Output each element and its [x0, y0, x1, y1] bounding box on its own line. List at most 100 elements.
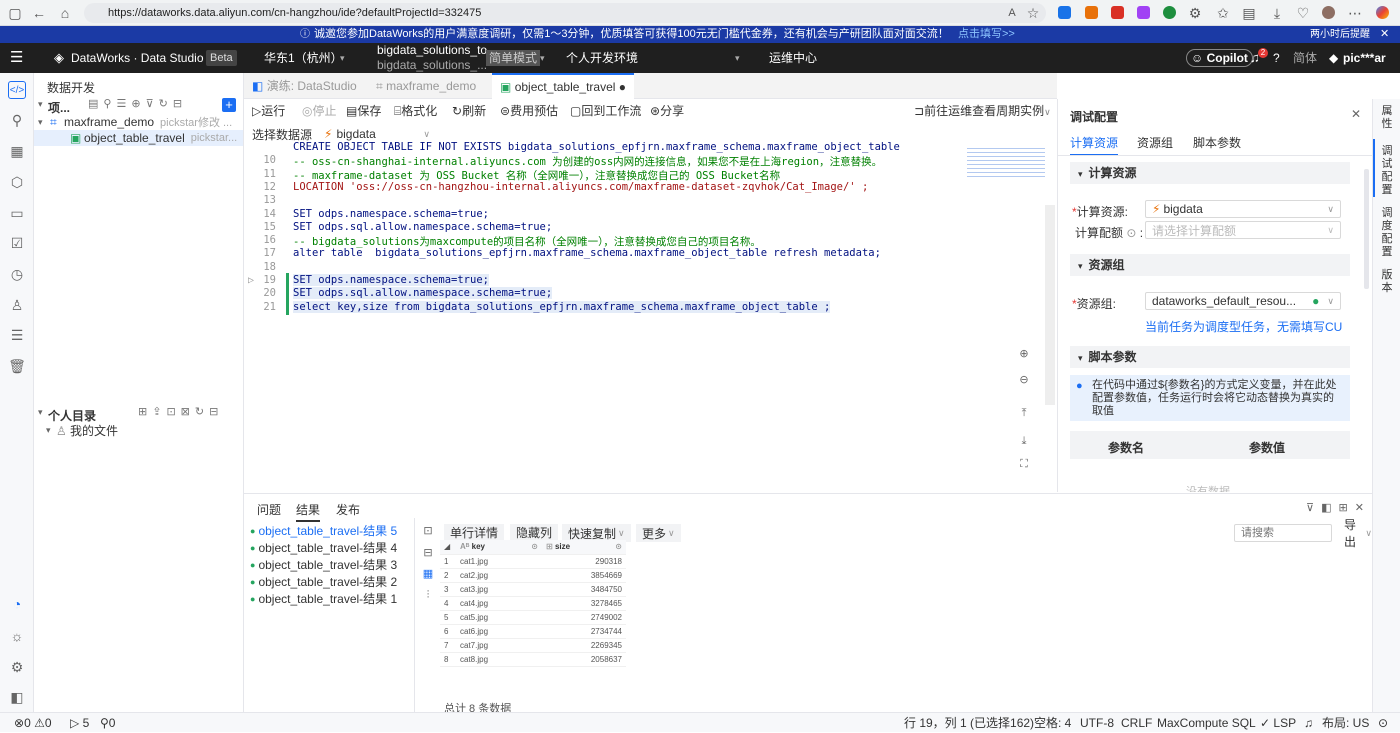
sql-icon[interactable]: ⊡: [421, 524, 435, 538]
cell-size[interactable]: 290318: [542, 554, 626, 569]
copy-icon[interactable]: ⊟: [421, 546, 435, 560]
gear-icon[interactable]: ⚙: [8, 658, 26, 676]
search-input[interactable]: [1234, 524, 1332, 542]
cursor-position[interactable]: 行 19，列 1 (已选择162): [904, 713, 1034, 733]
column-menu-icon[interactable]: ⊙: [531, 542, 538, 551]
language-switch[interactable]: 简体: [1293, 43, 1317, 73]
tree-item[interactable]: ▣ object_table_travel pickstar...: [34, 130, 243, 146]
code-line[interactable]: SET odps.namespace.schema=true;: [293, 208, 489, 220]
code-line[interactable]: SET odps.namespace.schema=true;: [293, 274, 489, 286]
run-line-icon[interactable]: ▷: [248, 275, 254, 286]
column-menu-icon[interactable]: ⊙: [615, 542, 622, 551]
cell-key[interactable]: cat5.jpg: [456, 610, 542, 625]
cell-size[interactable]: 2058637: [542, 652, 626, 667]
code-line[interactable]: select key,size from bigdata_solutions_e…: [293, 300, 831, 313]
data-map-icon[interactable]: ⚲: [8, 111, 26, 129]
new-folder-icon[interactable]: ⊞: [138, 406, 152, 418]
add-button[interactable]: +: [222, 98, 236, 112]
checklist-icon[interactable]: ☑: [8, 234, 26, 252]
favorite-star-icon[interactable]: ☆: [1024, 4, 1042, 22]
sidebar-toggle-icon[interactable]: ▢: [6, 4, 24, 22]
cell-key[interactable]: cat2.jpg: [456, 568, 542, 583]
notifications-icon[interactable]: ⊙: [1378, 713, 1388, 733]
heart-icon[interactable]: ♡: [1294, 4, 1312, 22]
row-number[interactable]: 8: [440, 652, 456, 667]
tab-maxframe-demo[interactable]: ⌗ maxframe_demo: [376, 73, 476, 99]
list-item[interactable]: ● object_table_travel-结果 4: [244, 539, 414, 556]
search-icon[interactable]: ⚲: [103, 98, 116, 110]
refresh-icon[interactable]: ↻: [159, 98, 173, 110]
row-number[interactable]: 3: [440, 582, 456, 597]
row-number[interactable]: 5: [440, 610, 456, 625]
favorites-icon[interactable]: ✩: [1214, 4, 1232, 22]
quota-select[interactable]: 请选择计算配额 ∨: [1145, 221, 1341, 239]
other-indicator[interactable]: ⚲0: [100, 713, 115, 733]
cell-key[interactable]: cat1.jpg: [456, 554, 542, 569]
share-button[interactable]: ⊛分享: [650, 99, 684, 123]
menu-icon[interactable]: ☰: [10, 43, 23, 73]
table-icon[interactable]: ▦: [8, 142, 26, 160]
ops-center-link[interactable]: 运维中心: [769, 43, 817, 73]
user-name[interactable]: pic***ar: [1343, 43, 1386, 73]
row-number[interactable]: 6: [440, 624, 456, 639]
home-icon[interactable]: ⌂: [56, 4, 74, 22]
scroll-top-icon[interactable]: ⤒: [1017, 406, 1031, 420]
list-icon[interactable]: ☰: [8, 326, 26, 344]
tree-item[interactable]: ▾ ⌗ maxframe_demo pickstar修改 ...: [38, 114, 242, 130]
table-row[interactable]: 2 cat2.jpg 3854669: [440, 568, 626, 583]
unsaved-dot-icon[interactable]: ●: [619, 80, 626, 94]
extension-icon[interactable]: [1058, 6, 1071, 19]
tab-datastudio[interactable]: ◧ 演练: DataStudio: [252, 73, 357, 99]
address-bar[interactable]: https://dataworks.data.aliyun.com/cn-han…: [84, 3, 1046, 23]
list-item[interactable]: ● object_table_travel-结果 2: [244, 573, 414, 590]
panel-toggle-icon[interactable]: ◧: [8, 688, 26, 706]
extension-icon[interactable]: [1111, 6, 1124, 19]
column-header[interactable]: ⊞ size ⊙: [542, 540, 626, 555]
section-resource-group[interactable]: ▾ 资源组: [1070, 254, 1350, 276]
cell-key[interactable]: cat6.jpg: [456, 624, 542, 639]
list-icon[interactable]: ☰: [116, 98, 131, 110]
component-icon[interactable]: ⬡: [8, 173, 26, 191]
cell-key[interactable]: cat8.jpg: [456, 652, 542, 667]
extension-icon[interactable]: [1085, 6, 1098, 19]
rail-version[interactable]: 版本: [1381, 269, 1393, 295]
table-row[interactable]: 7 cat7.jpg 2269345: [440, 638, 626, 653]
tab-problems[interactable]: 问题: [257, 501, 281, 518]
tree-item[interactable]: ▾ ♙ 我的文件: [46, 422, 118, 439]
code-icon[interactable]: </>: [8, 81, 26, 99]
refresh-button[interactable]: ↻刷新: [452, 99, 486, 123]
language-mode[interactable]: MaxCompute SQL: [1157, 713, 1256, 733]
target-icon[interactable]: ⊕: [131, 98, 145, 110]
extensions-puzzle-icon[interactable]: ⚙: [1186, 4, 1204, 22]
funnel-icon[interactable]: ⊽: [146, 98, 159, 110]
cost-estimate-button[interactable]: ⊜费用预估: [500, 99, 558, 123]
eol[interactable]: CRLF: [1121, 713, 1152, 733]
row-number[interactable]: 4: [440, 596, 456, 611]
compute-select[interactable]: ⚡ bigdata ∨: [1145, 200, 1341, 218]
region-selector[interactable]: 华东1（杭州）: [264, 43, 343, 73]
rail-debug-config[interactable]: 调试配置: [1381, 145, 1393, 197]
copilot-browser-icon[interactable]: [1376, 6, 1389, 19]
stop-button[interactable]: ◎停止: [302, 99, 337, 123]
list-item[interactable]: ● object_table_travel-结果 3: [244, 556, 414, 573]
code-line[interactable]: alter table bigdata_solutions_epfjrn.max…: [293, 247, 881, 259]
profile-avatar[interactable]: [1322, 6, 1335, 19]
close-icon[interactable]: ✕: [1355, 502, 1371, 514]
bell-icon[interactable]: ♫: [1304, 713, 1313, 733]
encoding[interactable]: UTF-8: [1080, 713, 1114, 733]
code-line[interactable]: SET odps.sql.allow.namespace.schema=true…: [293, 221, 552, 233]
save-button[interactable]: ▤保存: [346, 99, 381, 123]
chevron-down-icon[interactable]: ▾: [38, 407, 43, 418]
table-row[interactable]: 1 cat1.jpg 290318: [440, 554, 626, 569]
copilot-icon[interactable]: ◔: [8, 595, 26, 613]
table-row[interactable]: 4 cat4.jpg 3278465: [440, 596, 626, 611]
rg-select[interactable]: dataworks_default_resou... ● ∨: [1145, 292, 1341, 310]
sun-icon[interactable]: ☼: [8, 627, 26, 645]
trash-icon[interactable]: 🗑: [8, 357, 26, 375]
extension-icon[interactable]: [1163, 6, 1176, 19]
bell-icon[interactable]: ♫: [1250, 43, 1260, 73]
project-name[interactable]: bigdata_solutions_to: [377, 43, 487, 58]
row-number[interactable]: 2: [440, 568, 456, 583]
tab-publish[interactable]: 发布: [336, 501, 360, 518]
open-folder-icon[interactable]: ⊠: [181, 406, 195, 418]
